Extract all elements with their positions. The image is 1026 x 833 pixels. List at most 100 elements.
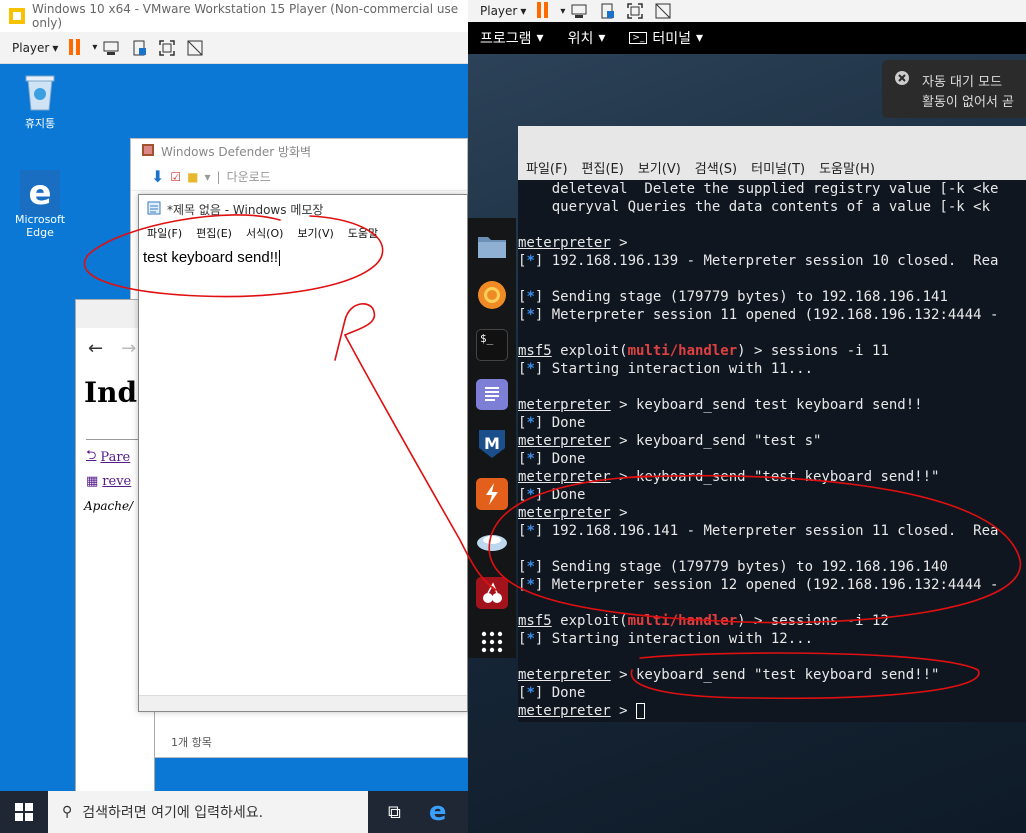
gnome-top-panel: 프로그램 ▾ 위치 ▾ >_ 터미널 ▾ — [468, 22, 1026, 54]
dock-files-icon[interactable] — [476, 230, 508, 262]
pause-dropdown-icon[interactable]: ▾ — [92, 42, 97, 53]
terminal-text: * — [526, 559, 535, 575]
terminal-text: > — [610, 235, 637, 251]
pause-icon[interactable] — [69, 38, 87, 57]
places-menu[interactable]: 위치 ▾ — [556, 28, 618, 48]
terminal-text: ] Done — [534, 487, 586, 503]
terminal-prompt: meterpreter — [518, 667, 611, 683]
terminal-text: * — [526, 307, 535, 323]
terminal-menu-search[interactable]: 검색(S) — [695, 158, 737, 177]
svg-text:M: M — [484, 434, 500, 453]
places-label: 위치 — [567, 31, 594, 47]
terminal-line: [*] 192.168.196.139 - Meterpreter sessio… — [518, 252, 1026, 270]
vmware-titlebar: Windows 10 x64 - VMware Workstation 15 P… — [0, 0, 468, 32]
customize-dropdown-icon[interactable]: ▾ — [205, 170, 211, 184]
terminal-text: * — [526, 289, 535, 305]
removable-devices-icon[interactable] — [598, 2, 616, 20]
terminal-line: [*] Done — [518, 450, 1026, 468]
terminal-line: [*] Sending stage (179779 bytes) to 192.… — [518, 558, 1026, 576]
folder-icon[interactable]: ■ — [187, 170, 198, 184]
terminal-menu-help[interactable]: 도움말(H) — [819, 158, 875, 177]
terminal-line: meterpreter > keyboard_send test keyboar… — [518, 396, 1026, 414]
terminal-text: > keyboard_send "test s" — [610, 433, 822, 449]
menu-edit[interactable]: 편집(E) — [196, 225, 232, 241]
chevron-down-icon: ▾ — [52, 40, 59, 55]
terminal-text: * — [526, 415, 535, 431]
menu-file[interactable]: 파일(F) — [147, 225, 182, 241]
terminal-line: [*] Meterpreter session 12 opened (192.1… — [518, 576, 1026, 594]
terminal-line: queryval Queries the data contents of a … — [518, 198, 1026, 216]
dock-text-editor-icon[interactable] — [476, 378, 508, 411]
horizontal-scrollbar[interactable] — [139, 695, 467, 711]
vmware-window-kali: Player ▾ ▾ 프로그램 ▾ 위치 ▾ >_ 터미널 ▾ 자동 대기 모드… — [468, 0, 1026, 833]
unity-mode-icon[interactable] — [186, 39, 204, 57]
dock-cherrytree-icon[interactable] — [476, 577, 508, 609]
start-button[interactable] — [0, 791, 48, 833]
back-arrow-icon[interactable]: ← — [88, 338, 103, 359]
pause-dropdown-icon[interactable]: ▾ — [560, 6, 565, 17]
svg-text:e: e — [28, 173, 51, 213]
terminal-text: ] 192.168.196.141 - Meterpreter session … — [534, 523, 999, 539]
terminal-text: ] Sending stage (179779 bytes) to 192.16… — [534, 559, 948, 575]
terminal-menu-terminal[interactable]: 터미널(T) — [751, 158, 805, 177]
notepad-text-area[interactable]: test keyboard send!! — [139, 243, 467, 663]
menu-help[interactable]: 도움말 — [348, 225, 378, 241]
menu-format[interactable]: 서식(O) — [246, 225, 283, 241]
dock-terminal-icon[interactable]: $_ — [476, 329, 508, 361]
terminal-line: meterpreter > — [518, 234, 1026, 252]
edge-shortcut[interactable]: e Microsoft Edge — [10, 170, 70, 239]
removable-devices-icon[interactable] — [130, 39, 148, 57]
terminal-text: * — [526, 685, 535, 701]
vmware-window-windows10: Windows 10 x64 - VMware Workstation 15 P… — [0, 0, 468, 833]
dock-show-apps-icon[interactable] — [476, 627, 508, 659]
terminal-app-menu[interactable]: >_ 터미널 ▾ — [617, 28, 715, 48]
terminal-menu-edit[interactable]: 편집(E) — [582, 158, 624, 177]
recycle-bin-shortcut[interactable]: 휴지통 — [10, 72, 70, 131]
forward-arrow-icon[interactable]: → — [121, 338, 136, 359]
terminal-prompt: meterpreter — [518, 397, 611, 413]
terminal-prompt: meterpreter — [518, 469, 611, 485]
terminal-prompt: meterpreter — [518, 703, 611, 719]
terminal-line: meterpreter > — [518, 504, 1026, 522]
task-view-icon[interactable]: ⧉ — [388, 802, 401, 823]
taskbar-search[interactable]: ⚲ 검색하려면 여기에 입력하세요. — [48, 791, 368, 833]
taskbar-edge-icon[interactable]: e — [429, 797, 447, 827]
applications-menu[interactable]: 프로그램 ▾ — [468, 28, 556, 48]
download-arrow-icon[interactable]: ⬇ — [151, 167, 164, 186]
notepad-window: *제목 없음 - Windows 메모장 파일(F) 편집(E) 서식(O) 보… — [138, 194, 468, 712]
notification-popup[interactable]: 자동 대기 모드 활동이 없어서 곧 — [882, 60, 1026, 118]
terminal-cursor — [636, 703, 646, 719]
dock-firefox-icon[interactable] — [476, 280, 508, 312]
terminal-titlebar — [518, 126, 1026, 154]
pause-icon[interactable] — [537, 2, 555, 20]
power-icon — [894, 70, 910, 90]
explorer-item-count: 1개 항목 — [171, 736, 212, 749]
properties-check-icon[interactable]: ☑ — [170, 170, 181, 184]
unity-mode-icon[interactable] — [654, 2, 672, 20]
terminal-text: exploit( — [551, 343, 628, 359]
terminal-text: queryval Queries the data contents of a … — [518, 199, 991, 215]
terminal-text: * — [526, 523, 535, 539]
menu-view[interactable]: 보기(V) — [297, 225, 333, 241]
send-ctrl-alt-del-icon[interactable] — [570, 2, 588, 20]
terminal-menu-view[interactable]: 보기(V) — [638, 158, 681, 177]
dock-burpsuite-icon[interactable] — [476, 478, 508, 510]
dock-maltego-icon[interactable] — [476, 528, 508, 560]
send-ctrl-alt-del-icon[interactable] — [102, 39, 120, 57]
fullscreen-icon[interactable] — [626, 2, 644, 20]
terminal-output[interactable]: deleteval Delete the supplied registry v… — [518, 180, 1026, 722]
player-menu-button-kali[interactable]: Player ▾ — [468, 4, 532, 18]
terminal-text: ] Starting interaction with 12... — [534, 631, 814, 647]
back-folder-icon: ⮌ — [86, 448, 97, 463]
terminal-window: 파일(F) 편집(E) 보기(V) 검색(S) 터미널(T) 도움말(H) de… — [518, 126, 1026, 722]
terminal-text: ] Meterpreter session 11 opened (192.168… — [534, 307, 999, 323]
player-menu-button[interactable]: Player ▾ — [0, 41, 64, 55]
chevron-down-icon: ▾ — [520, 4, 527, 18]
fullscreen-icon[interactable] — [158, 39, 176, 57]
dock-metasploit-icon[interactable]: M — [476, 428, 508, 460]
terminal-menu-file[interactable]: 파일(F) — [526, 158, 568, 177]
terminal-menubar: 파일(F) 편집(E) 보기(V) 검색(S) 터미널(T) 도움말(H) — [518, 154, 1026, 180]
terminal-line: [*] Done — [518, 684, 1026, 702]
windows-logo-icon — [15, 803, 33, 821]
